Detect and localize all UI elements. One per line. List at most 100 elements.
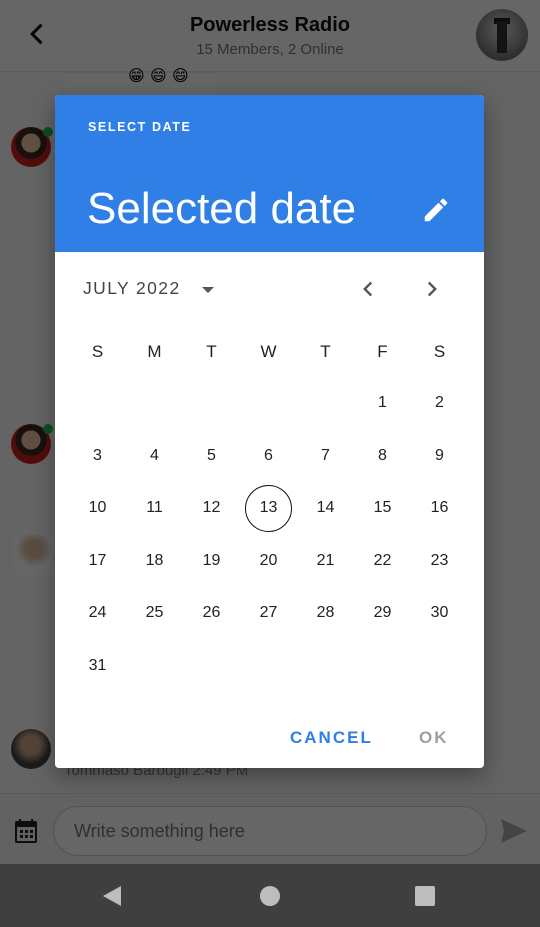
day-cell[interactable]: 29: [354, 587, 411, 640]
day-cell[interactable]: 10: [69, 482, 126, 535]
day-number: 14: [316, 499, 335, 517]
empty-day-cell: [126, 377, 183, 430]
calendar-week-row: 10 11 12 13 14 15 16: [69, 482, 469, 535]
day-cell[interactable]: 31: [69, 640, 126, 693]
nav-home-icon[interactable]: [260, 886, 280, 906]
day-number: 4: [150, 446, 159, 464]
day-number: 30: [430, 604, 449, 622]
day-number: 31: [88, 656, 107, 674]
dialog-actions: CANCEL OK: [55, 700, 484, 768]
day-number: 6: [264, 446, 273, 464]
day-number: 28: [316, 604, 335, 622]
selected-date-text: Selected date: [87, 184, 357, 233]
day-cell[interactable]: 1: [354, 377, 411, 430]
day-cell[interactable]: 25: [126, 587, 183, 640]
calendar-week-row: 3 4 5 6 7 8 9: [69, 430, 469, 483]
day-cell[interactable]: 2: [411, 377, 468, 430]
day-number: 24: [88, 604, 107, 622]
dropdown-arrow-icon[interactable]: [199, 281, 217, 299]
day-number: 10: [88, 499, 107, 517]
day-number: 22: [373, 551, 392, 569]
day-cell[interactable]: 19: [183, 535, 240, 588]
day-cell[interactable]: 22: [354, 535, 411, 588]
empty-day-cell: [297, 640, 354, 693]
day-cell[interactable]: 9: [411, 430, 468, 483]
day-number: 27: [259, 604, 278, 622]
day-cell[interactable]: 17: [69, 535, 126, 588]
calendar-grid: S M T W T F S 1 2 3 4 5 6 7 8 9 10 11 12 13 14 15 16 17 1…: [69, 327, 469, 692]
date-picker-dialog: SELECT DATE Selected date JULY 2022 S M …: [55, 95, 484, 768]
weekday-label: S: [91, 342, 104, 361]
day-cell[interactable]: 24: [69, 587, 126, 640]
day-number: 8: [378, 446, 387, 464]
day-cell[interactable]: 3: [69, 430, 126, 483]
day-cell[interactable]: 8: [354, 430, 411, 483]
day-number: 21: [316, 551, 335, 569]
day-number: 19: [202, 551, 221, 569]
ok-button[interactable]: OK: [419, 728, 449, 748]
day-number: 23: [430, 551, 449, 569]
empty-day-cell: [240, 640, 297, 693]
day-cell[interactable]: 20: [240, 535, 297, 588]
day-cell[interactable]: 18: [126, 535, 183, 588]
day-cell[interactable]: 7: [297, 430, 354, 483]
day-number: 5: [207, 446, 216, 464]
day-cell[interactable]: 15: [354, 482, 411, 535]
day-cell[interactable]: 11: [126, 482, 183, 535]
day-number: 15: [373, 499, 392, 517]
weekday-label: T: [206, 342, 217, 361]
next-month-icon[interactable]: [419, 276, 445, 302]
weekday-label: F: [377, 342, 388, 361]
day-number: 3: [93, 446, 102, 464]
day-cell[interactable]: 30: [411, 587, 468, 640]
nav-recents-icon[interactable]: [415, 886, 435, 906]
system-nav-bar: [0, 864, 540, 927]
empty-day-cell: [183, 640, 240, 693]
date-picker-title: SELECT DATE: [88, 120, 192, 134]
day-number: 1: [378, 394, 387, 412]
day-number: 2: [435, 394, 444, 412]
day-cell[interactable]: 4: [126, 430, 183, 483]
empty-day-cell: [126, 640, 183, 693]
empty-day-cell: [69, 377, 126, 430]
pencil-icon[interactable]: [421, 195, 451, 225]
nav-back-icon[interactable]: [103, 886, 121, 906]
weekday-header-row: S M T W T F S: [69, 327, 469, 377]
calendar-week-row: 31: [69, 640, 469, 693]
day-number: 13: [245, 484, 292, 532]
day-cell[interactable]: 21: [297, 535, 354, 588]
day-number: 26: [202, 604, 221, 622]
date-picker-header: SELECT DATE Selected date: [55, 95, 484, 252]
day-cell[interactable]: 26: [183, 587, 240, 640]
weekday-label: S: [433, 342, 446, 361]
month-navigation: JULY 2022: [55, 252, 484, 327]
day-cell[interactable]: 14: [297, 482, 354, 535]
day-number: 16: [430, 499, 449, 517]
empty-day-cell: [240, 377, 297, 430]
day-cell[interactable]: 28: [297, 587, 354, 640]
day-number: 20: [259, 551, 278, 569]
weekday-label: T: [320, 342, 331, 361]
day-number: 9: [435, 446, 444, 464]
day-cell[interactable]: 6: [240, 430, 297, 483]
empty-day-cell: [354, 640, 411, 693]
day-number: 17: [88, 551, 107, 569]
empty-day-cell: [411, 640, 468, 693]
month-year-selector[interactable]: JULY 2022: [83, 278, 181, 299]
previous-month-icon[interactable]: [355, 276, 381, 302]
calendar-week-row: 24 25 26 27 28 29 30: [69, 587, 469, 640]
day-cell-today[interactable]: 13: [240, 482, 297, 535]
day-cell[interactable]: 27: [240, 587, 297, 640]
day-number: 18: [145, 551, 164, 569]
day-cell[interactable]: 5: [183, 430, 240, 483]
day-cell[interactable]: 23: [411, 535, 468, 588]
calendar-week-row: 12: [69, 377, 469, 430]
day-cell[interactable]: 12: [183, 482, 240, 535]
day-number: 7: [321, 446, 330, 464]
day-cell[interactable]: 16: [411, 482, 468, 535]
empty-day-cell: [297, 377, 354, 430]
day-number: 11: [146, 499, 163, 517]
cancel-button[interactable]: CANCEL: [290, 728, 373, 748]
weekday-label: M: [147, 342, 162, 361]
day-number: 12: [202, 499, 221, 517]
